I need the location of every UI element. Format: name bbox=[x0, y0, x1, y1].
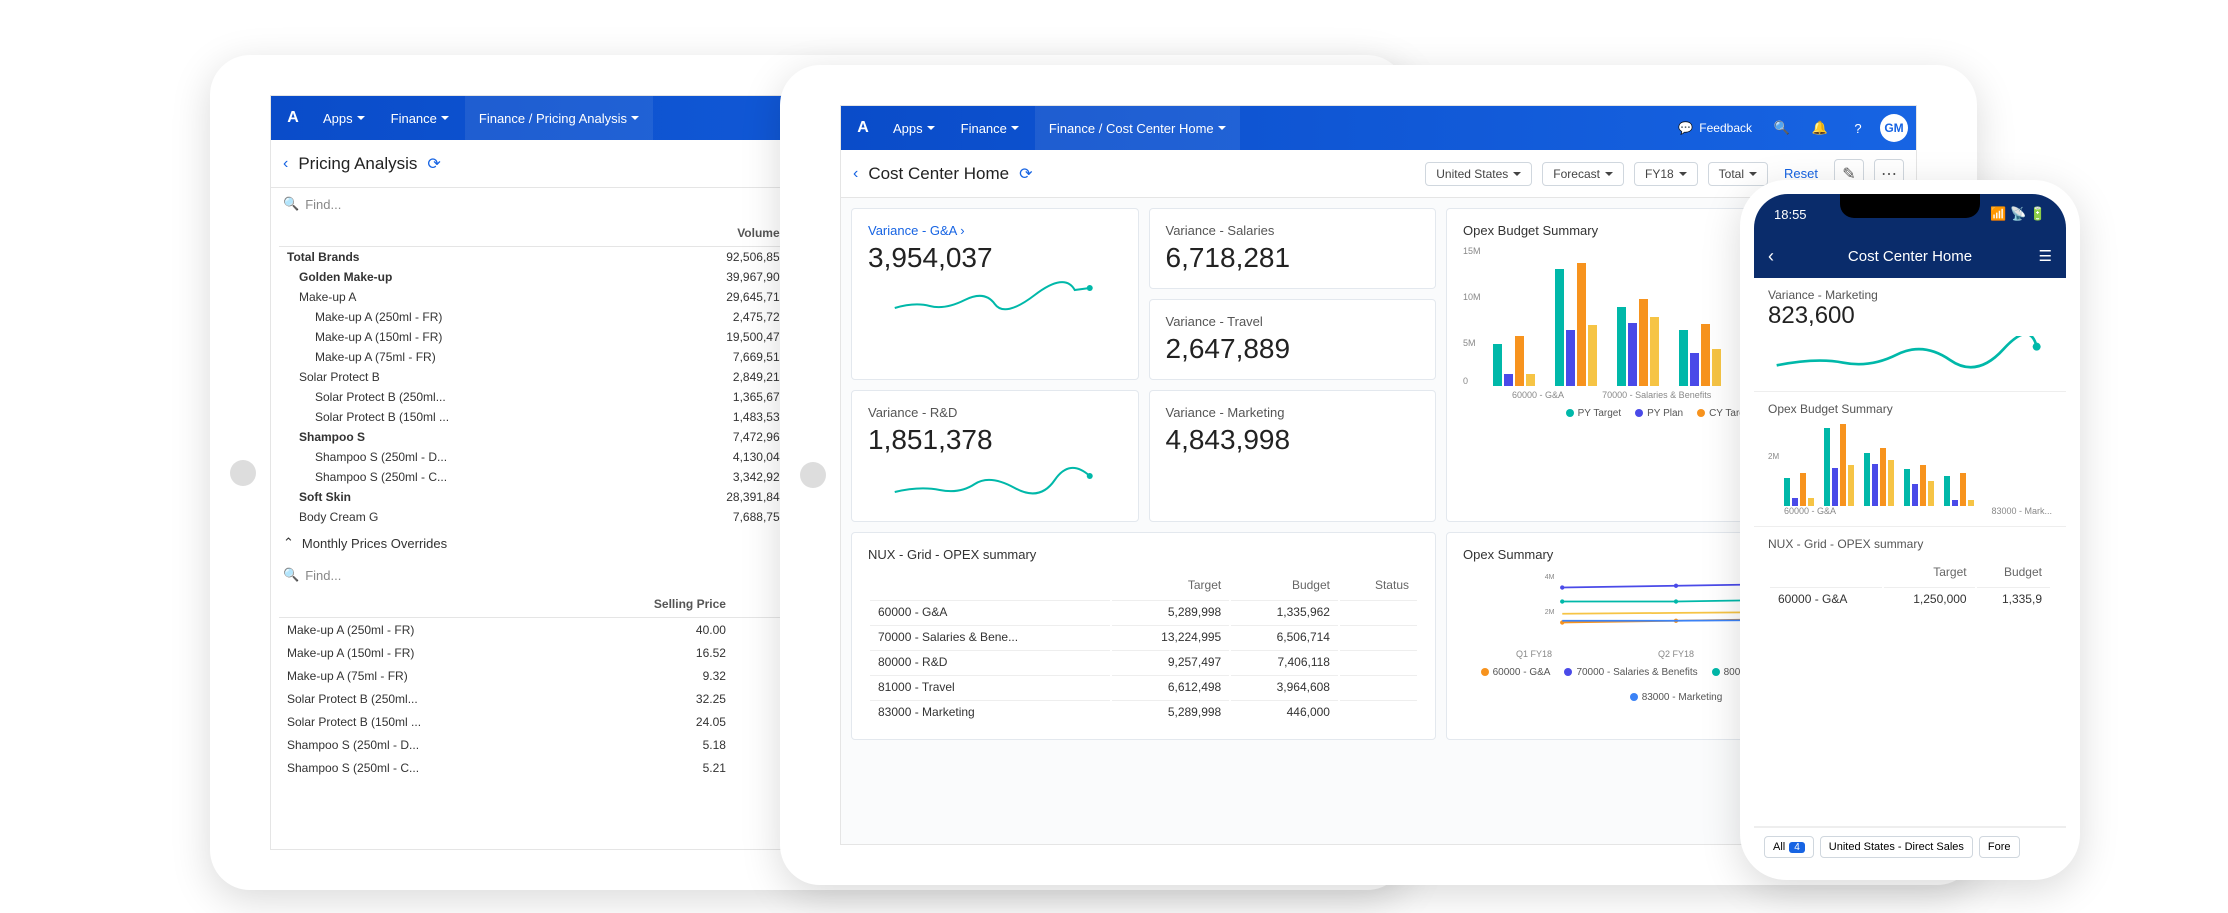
search-icon[interactable]: 🔍 bbox=[1766, 112, 1798, 144]
card-opex-budget: Opex Budget Summary 2M 60000 - G&A 83000… bbox=[1754, 392, 2066, 527]
chevron-down-icon bbox=[1749, 172, 1757, 176]
chevron-down-icon bbox=[927, 126, 935, 130]
menu-icon[interactable]: ☰ bbox=[2039, 247, 2052, 265]
refresh-icon[interactable]: ⟳ bbox=[1019, 164, 1032, 184]
page-title: Cost Center Home bbox=[868, 164, 1009, 184]
back-button[interactable]: ‹ bbox=[853, 165, 858, 183]
nav-finance[interactable]: Finance bbox=[381, 96, 459, 140]
nav-apps[interactable]: Apps bbox=[883, 106, 945, 150]
chevron-down-icon bbox=[1513, 172, 1521, 176]
filter-year[interactable]: FY18 bbox=[1634, 162, 1698, 186]
search-placeholder: Find... bbox=[305, 197, 341, 212]
card-metric: 3,954,037 bbox=[868, 242, 1122, 274]
nav-apps[interactable]: Apps bbox=[313, 96, 375, 140]
app-header: A Apps Finance Finance / Cost Center Hom… bbox=[841, 106, 1916, 150]
chevron-down-icon bbox=[1218, 126, 1226, 130]
table-row[interactable]: 60000 - G&A5,289,9981,335,962 bbox=[870, 600, 1417, 623]
card-variance-ga[interactable]: Variance - G&A › 3,954,037 bbox=[851, 208, 1139, 380]
bell-icon[interactable]: 🔔 bbox=[1804, 112, 1836, 144]
nav-finance[interactable]: Finance bbox=[951, 106, 1029, 150]
sparkline bbox=[1768, 336, 2052, 376]
search-icon: 🔍 bbox=[283, 567, 299, 583]
chevron-down-icon bbox=[631, 116, 639, 120]
phone-header: ‹ Cost Center Home ☰ bbox=[1754, 234, 2066, 278]
chip-scenario[interactable]: Fore bbox=[1979, 836, 2020, 858]
chevron-down-icon bbox=[441, 116, 449, 120]
chevron-down-icon bbox=[1011, 126, 1019, 130]
card-variance-salaries[interactable]: Variance - Salaries 6,718,281 bbox=[1149, 208, 1437, 289]
filter-chips: All4 United States - Direct Sales Fore bbox=[1754, 827, 2066, 866]
table-row[interactable]: 70000 - Salaries & Bene...13,224,9956,50… bbox=[870, 625, 1417, 648]
chip-all[interactable]: All4 bbox=[1764, 836, 1814, 858]
card-variance-rd[interactable]: Variance - R&D 1,851,378 bbox=[851, 390, 1139, 522]
card-opex-grid: NUX - Grid - OPEX summary Target Budget … bbox=[851, 532, 1436, 740]
filter-total[interactable]: Total bbox=[1708, 162, 1768, 186]
avatar[interactable]: GM bbox=[1880, 114, 1908, 142]
table-row[interactable]: 80000 - R&D9,257,4977,406,118 bbox=[870, 650, 1417, 673]
app-logo: A bbox=[279, 104, 307, 132]
chip-country[interactable]: United States - Direct Sales bbox=[1820, 836, 1973, 858]
col-volumes: Volumes bbox=[640, 220, 794, 247]
card-variance-travel[interactable]: Variance - Travel 2,647,889 bbox=[1149, 299, 1437, 380]
table-row[interactable]: 60000 - G&A 1,250,000 1,335,9 bbox=[1770, 587, 2050, 610]
table-row[interactable]: 83000 - Marketing5,289,998446,000 bbox=[870, 700, 1417, 723]
back-button[interactable]: ‹ bbox=[1768, 246, 1774, 267]
nav-breadcrumb[interactable]: Finance / Cost Center Home bbox=[1035, 106, 1240, 150]
svg-text:4M: 4M bbox=[1545, 574, 1555, 581]
card-opex-grid: NUX - Grid - OPEX summary Target Budget … bbox=[1754, 527, 2066, 827]
refresh-icon[interactable]: ⟳ bbox=[427, 154, 440, 174]
feedback-link[interactable]: 💬Feedback bbox=[1670, 121, 1760, 135]
chevron-down-icon bbox=[357, 116, 365, 120]
card-variance-marketing[interactable]: Variance - Marketing 4,843,998 bbox=[1149, 390, 1437, 522]
bar-chart: 2M bbox=[1768, 416, 2052, 506]
back-button[interactable]: ‹ bbox=[283, 155, 288, 173]
nav-breadcrumb[interactable]: Finance / Pricing Analysis bbox=[465, 96, 653, 140]
status-icons: 📶 📡 🔋 bbox=[1990, 206, 2046, 222]
chevron-up-icon: ⌃ bbox=[283, 535, 294, 551]
page-title: Cost Center Home bbox=[1848, 248, 1972, 265]
search-icon: 🔍 bbox=[283, 196, 299, 212]
page-title: Pricing Analysis bbox=[298, 154, 417, 174]
chevron-down-icon bbox=[1605, 172, 1613, 176]
filter-scenario[interactable]: Forecast bbox=[1542, 162, 1624, 186]
svg-text:2M: 2M bbox=[1545, 609, 1555, 616]
status-time: 18:55 bbox=[1774, 207, 1807, 222]
card-variance-marketing[interactable]: Variance - Marketing 823,600 bbox=[1754, 278, 2066, 392]
sparkline bbox=[868, 462, 1122, 502]
filter-country[interactable]: United States bbox=[1425, 162, 1532, 186]
help-icon[interactable]: ? bbox=[1842, 112, 1874, 144]
chevron-down-icon bbox=[1679, 172, 1687, 176]
table-row[interactable]: 81000 - Travel6,612,4983,964,608 bbox=[870, 675, 1417, 698]
sparkline bbox=[868, 280, 1122, 320]
reset-button[interactable]: Reset bbox=[1778, 166, 1824, 181]
chat-icon: 💬 bbox=[1678, 121, 1693, 135]
card-label: Variance - G&A › bbox=[868, 223, 1122, 238]
app-logo: A bbox=[849, 114, 877, 142]
